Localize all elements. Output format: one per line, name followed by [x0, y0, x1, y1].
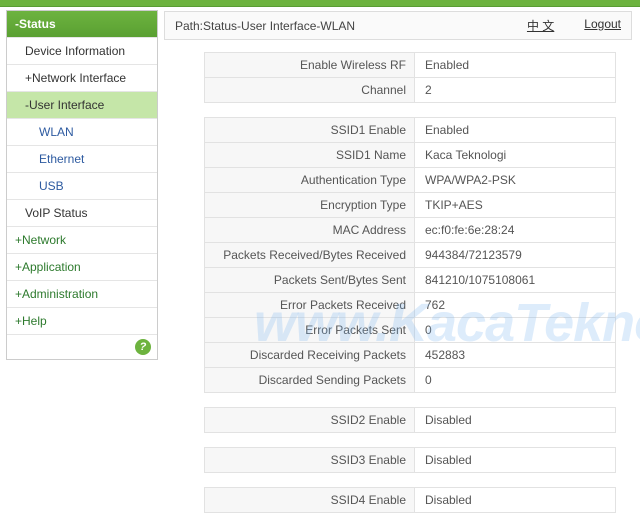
- sidebar-item-usb[interactable]: USB: [7, 173, 157, 200]
- language-link[interactable]: 中 文: [527, 17, 554, 34]
- sidebar-section-help[interactable]: +Help: [7, 308, 157, 335]
- value-packets-tx: 841210/1075108061: [415, 268, 615, 293]
- label-ssid3-enable: SSID3 Enable: [205, 448, 415, 472]
- label-ssid1-enable: SSID1 Enable: [205, 118, 415, 143]
- value-err-rx: 762: [415, 293, 615, 318]
- label-ssid4-enable: SSID4 Enable: [205, 488, 415, 512]
- sidebar-section-network[interactable]: +Network: [7, 227, 157, 254]
- ssid1-table: SSID1 EnableEnabled SSID1 NameKaca Tekno…: [204, 117, 616, 393]
- label-auth-type: Authentication Type: [205, 168, 415, 193]
- value-ssid1-name: Kaca Teknologi: [415, 143, 615, 168]
- sidebar-nav: -Status Device Information +Network Inte…: [6, 10, 158, 360]
- sidebar-item-wlan[interactable]: WLAN: [7, 119, 157, 146]
- sidebar-section-administration[interactable]: +Administration: [7, 281, 157, 308]
- label-disc-tx: Discarded Sending Packets: [205, 368, 415, 392]
- label-disc-rx: Discarded Receiving Packets: [205, 343, 415, 368]
- label-channel: Channel: [205, 78, 415, 102]
- value-mac: ec:f0:fe:6e:28:24: [415, 218, 615, 243]
- value-disc-rx: 452883: [415, 343, 615, 368]
- breadcrumb-bar: Path:Status-User Interface-WLAN 中 文 Logo…: [164, 11, 632, 40]
- value-ssid2-enable: Disabled: [415, 408, 615, 432]
- value-channel: 2: [415, 78, 615, 102]
- main-panel: Path:Status-User Interface-WLAN 中 文 Logo…: [158, 7, 640, 522]
- breadcrumb-path: Path:Status-User Interface-WLAN: [175, 19, 355, 33]
- value-packets-rx: 944384/72123579: [415, 243, 615, 268]
- ssid2-table: SSID2 EnableDisabled: [204, 407, 616, 433]
- value-ssid1-enable: Enabled: [415, 118, 615, 143]
- label-mac: MAC Address: [205, 218, 415, 243]
- ssid3-table: SSID3 EnableDisabled: [204, 447, 616, 473]
- logout-link[interactable]: Logout: [584, 17, 621, 34]
- sidebar-section-application[interactable]: +Application: [7, 254, 157, 281]
- label-ssid2-enable: SSID2 Enable: [205, 408, 415, 432]
- label-enable-rf: Enable Wireless RF: [205, 53, 415, 78]
- value-ssid4-enable: Disabled: [415, 488, 615, 512]
- sidebar-item-network-interface[interactable]: +Network Interface: [7, 65, 157, 92]
- label-enc-type: Encryption Type: [205, 193, 415, 218]
- sidebar-item-voip-status[interactable]: VoIP Status: [7, 200, 157, 227]
- sidebar-item-ethernet[interactable]: Ethernet: [7, 146, 157, 173]
- wireless-summary-table: Enable Wireless RFEnabled Channel2: [204, 52, 616, 103]
- label-ssid1-name: SSID1 Name: [205, 143, 415, 168]
- value-enable-rf: Enabled: [415, 53, 615, 78]
- sidebar-section-status[interactable]: -Status: [7, 11, 157, 38]
- value-auth-type: WPA/WPA2-PSK: [415, 168, 615, 193]
- value-ssid3-enable: Disabled: [415, 448, 615, 472]
- label-err-rx: Error Packets Received: [205, 293, 415, 318]
- top-accent-bar: [0, 0, 640, 7]
- value-disc-tx: 0: [415, 368, 615, 392]
- ssid4-table: SSID4 EnableDisabled: [204, 487, 616, 513]
- label-packets-rx: Packets Received/Bytes Received: [205, 243, 415, 268]
- label-err-tx: Error Packets Sent: [205, 318, 415, 343]
- value-err-tx: 0: [415, 318, 615, 343]
- value-enc-type: TKIP+AES: [415, 193, 615, 218]
- label-packets-tx: Packets Sent/Bytes Sent: [205, 268, 415, 293]
- help-icon[interactable]: ?: [135, 339, 151, 355]
- sidebar-item-device-information[interactable]: Device Information: [7, 38, 157, 65]
- sidebar-item-user-interface[interactable]: -User Interface: [7, 92, 157, 119]
- content-area: www.KacaTeknologi.com Enable Wireless RF…: [164, 52, 632, 513]
